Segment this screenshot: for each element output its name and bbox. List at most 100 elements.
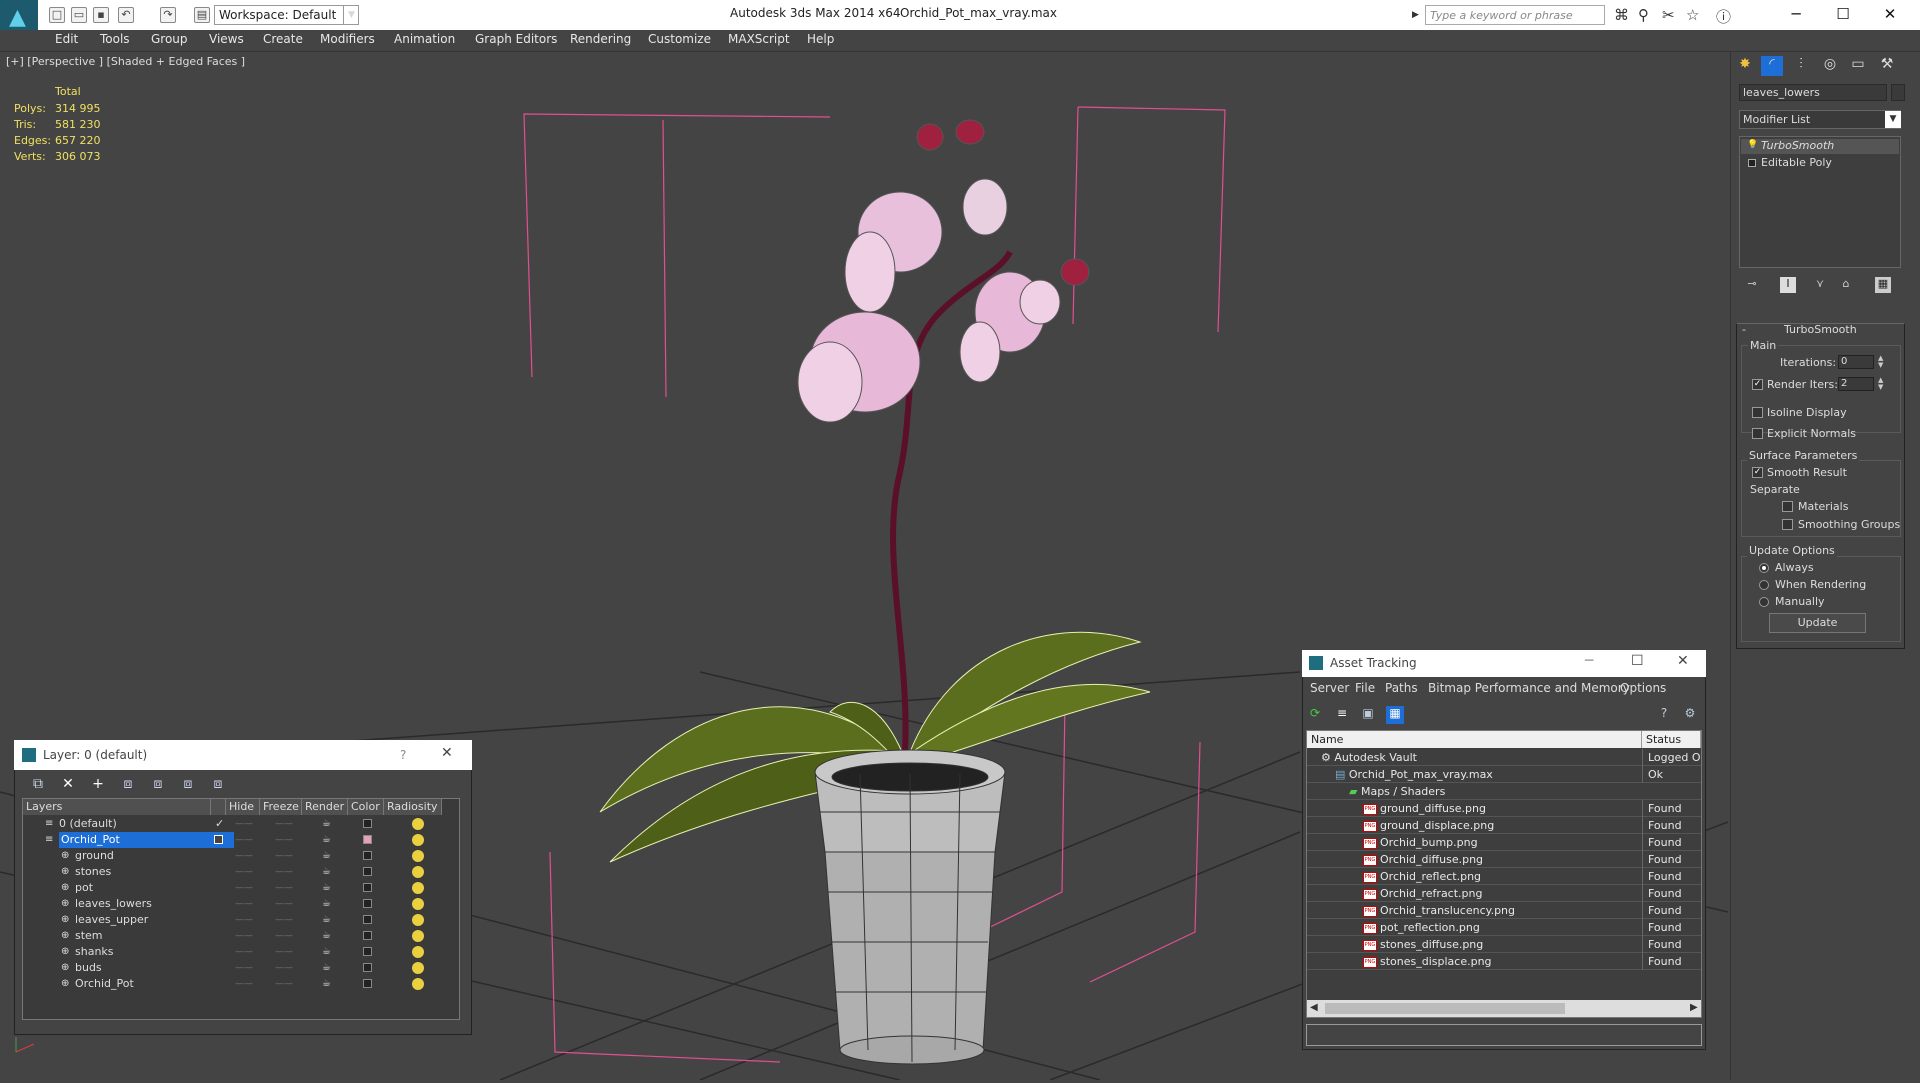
menu-group[interactable]: Group [151,32,188,46]
scrollbar-thumb[interactable] [1325,1003,1565,1014]
close-icon[interactable]: ✕ [1870,2,1910,26]
delete-layer-icon[interactable]: ✕ [58,776,78,796]
freeze-toggle[interactable]: —— [275,848,293,864]
subscription-icon[interactable]: ⚲ [1638,6,1649,24]
layer-row[interactable]: ⊕ buds —— —— ☕ [23,960,443,976]
layer-row[interactable]: ⊕ leaves_upper —— —— ☕ [23,912,443,928]
asset-menu-paths[interactable]: Paths [1385,681,1418,695]
minimize-icon[interactable]: ─ [1585,653,1593,669]
list-view-icon[interactable]: ≡ [1333,706,1351,724]
asset-row[interactable]: PNG Orchid_reflect.png Found [1307,868,1701,885]
asset-menu-bitmap-performance[interactable]: Bitmap Performance and Memory [1428,681,1630,695]
freeze-toggle[interactable]: —— [275,816,293,832]
render-teapot-icon[interactable]: ☕ [322,848,331,864]
freeze-toggle[interactable]: —— [275,960,293,976]
radiosity-icon[interactable] [412,946,424,958]
create-layer-icon[interactable]: ⧉ [28,776,48,796]
radiosity-icon[interactable] [412,898,424,910]
hide-toggle[interactable]: —— [235,832,253,848]
iterations-spinner[interactable]: 0 [1838,355,1874,369]
always-radio[interactable] [1759,563,1769,573]
hide-toggle[interactable]: —— [235,816,253,832]
freeze-all-icon[interactable]: ⧈ [208,776,228,796]
asset-row[interactable]: ▤ Orchid_Pot_max_vray.max Ok [1307,766,1701,783]
modifier-list-dropdown[interactable]: Modifier List [1739,110,1901,129]
menu-graph-editors[interactable]: Graph Editors [475,32,557,46]
layer-name[interactable]: leaves_upper [75,912,148,928]
utilities-tab-icon[interactable]: ⚒ [1876,56,1898,76]
search-expand-icon[interactable]: ▶ [1412,5,1424,25]
create-tab-icon[interactable]: ✸ [1734,56,1756,76]
layer-name[interactable]: ground [75,848,114,864]
display-tab-icon[interactable]: ▭ [1847,56,1869,76]
smooth-result-checkbox[interactable]: ✓ [1752,467,1763,478]
current-layer-check-icon[interactable]: ✓ [215,816,224,832]
column-header-name[interactable]: Name [1307,731,1642,748]
column-header-freeze[interactable]: Freeze [260,799,302,815]
hierarchy-tab-icon[interactable]: ⫶ [1790,56,1812,76]
layer-color-swatch[interactable] [363,979,372,988]
freeze-toggle[interactable]: —— [275,944,293,960]
hide-all-icon[interactable]: ⧈ [178,776,198,796]
layer-row[interactable]: ⊕ stones —— —— ☕ [23,864,443,880]
layer-row[interactable]: ⊕ pot —— —— ☕ [23,880,443,896]
viewport-label[interactable]: [+] [Perspective ] [Shaded + Edged Faces… [6,55,245,68]
menu-views[interactable]: Views [209,32,244,46]
menu-animation[interactable]: Animation [394,32,455,46]
show-end-result-icon[interactable]: I [1780,277,1796,293]
layer-name[interactable]: buds [75,960,102,976]
layer-color-swatch[interactable] [363,899,372,908]
freeze-toggle[interactable]: —— [275,896,293,912]
asset-menu-server[interactable]: Server [1310,681,1349,695]
asset-menu-options[interactable]: Options [1620,681,1666,695]
object-name-field[interactable]: leaves_lowers [1739,84,1887,101]
maximize-icon[interactable]: ☐ [1631,653,1644,669]
asset-row[interactable]: PNG Orchid_translucency.png Found [1307,902,1701,919]
hide-toggle[interactable]: —— [235,912,253,928]
freeze-toggle[interactable]: —— [275,864,293,880]
layer-row[interactable]: ⊕ ground —— —— ☕ [23,848,443,864]
render-teapot-icon[interactable]: ☕ [322,960,331,976]
layer-color-swatch[interactable] [363,915,372,924]
layer-row[interactable]: ⊕ leaves_lowers —— —— ☕ [23,896,443,912]
layer-name[interactable]: shanks [75,944,114,960]
save-icon[interactable]: ▪ [93,7,109,23]
set-current-layer-box[interactable] [214,835,223,844]
radiosity-icon[interactable] [412,850,424,862]
layer-color-swatch[interactable] [363,931,372,940]
layer-color-swatch[interactable] [363,819,372,828]
menu-modifiers[interactable]: Modifiers [320,32,375,46]
layer-name[interactable]: leaves_lowers [75,896,152,912]
menu-customize[interactable]: Customize [648,32,711,46]
help-icon[interactable]: ? [400,748,406,762]
layer-color-swatch[interactable] [363,947,372,956]
radiosity-icon[interactable] [412,882,424,894]
radiosity-icon[interactable] [412,962,424,974]
menu-maxscript[interactable]: MAXScript [728,32,790,46]
rollout-title[interactable]: TurboSmooth [1784,323,1857,336]
chevron-down-icon[interactable]: ▼ [1885,111,1901,128]
when-rendering-radio[interactable] [1759,580,1769,590]
hide-toggle[interactable]: —— [235,896,253,912]
layer-row[interactable]: ≡ Orchid_Pot —— —— ☕ [23,832,443,848]
spinner-arrows-icon[interactable]: ▲ ▼ [1878,355,1883,369]
remove-modifier-icon[interactable]: ⌂ [1838,277,1854,293]
select-objects-icon[interactable]: ⧈ [118,776,138,796]
hide-toggle[interactable]: —— [235,960,253,976]
layer-row[interactable]: ⊕ shanks —— —— ☕ [23,944,443,960]
asset-row[interactable]: PNG stones_diffuse.png Found [1307,936,1701,953]
freeze-toggle[interactable]: —— [275,912,293,928]
make-unique-icon[interactable]: ⋎ [1812,277,1828,293]
smoothing-groups-checkbox[interactable] [1782,519,1793,530]
rollout-collapse-icon[interactable]: - [1742,323,1746,336]
layer-color-swatch[interactable] [363,867,372,876]
communication-icon[interactable]: ✂ [1662,6,1675,24]
layer-name[interactable]: stem [75,928,103,944]
asset-row[interactable]: ▰ Maps / Shaders [1307,783,1701,800]
explicit-normals-checkbox[interactable] [1752,428,1763,439]
render-teapot-icon[interactable]: ☕ [322,864,331,880]
render-teapot-icon[interactable]: ☕ [322,880,331,896]
asset-row[interactable]: PNG stones_displace.png Found [1307,953,1701,970]
radiosity-icon[interactable] [412,930,424,942]
help-icon[interactable]: ? [1655,706,1673,724]
